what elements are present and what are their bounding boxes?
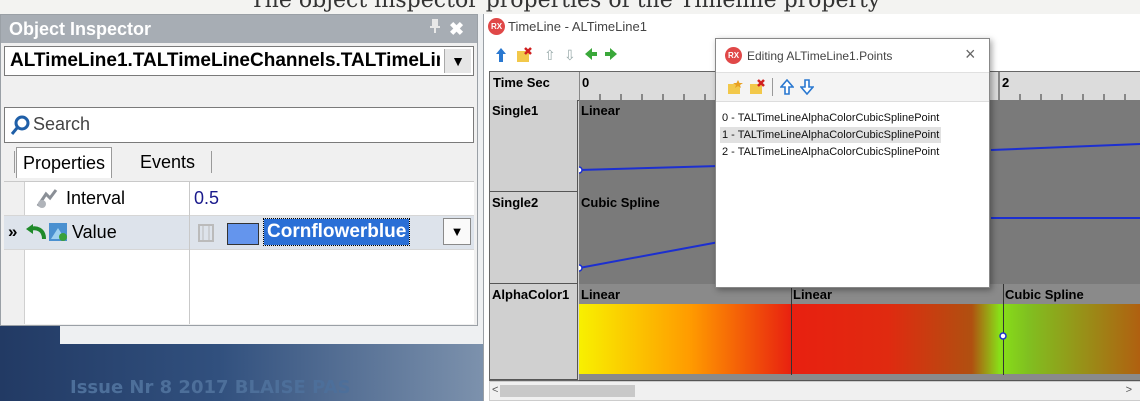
channel-label[interactable]: Single1	[490, 100, 578, 192]
scroll-thumb[interactable]	[500, 385, 635, 397]
object-inspector-title: Object Inspector	[9, 19, 152, 39]
property-name: Value	[72, 222, 117, 242]
move-down-icon[interactable]: ⇩	[564, 47, 576, 63]
close-icon[interactable]: ✖	[449, 15, 464, 43]
scroll-right-icon[interactable]: >	[1126, 384, 1132, 396]
timeline-titlebar: RX TimeLine - ALTimeLine1	[484, 14, 1140, 40]
color-swatch[interactable]	[227, 223, 259, 245]
property-grid: Interval 0.5 » Value Cornflowerblue ▼	[4, 181, 474, 324]
segment-label: Cubic Spline	[1005, 287, 1084, 302]
pin-up-icon[interactable]	[494, 47, 508, 66]
segment-divider	[791, 284, 792, 375]
segment-label: Linear	[581, 287, 621, 302]
component-selector-value: ALTimeLine1.TALTimeLineChannels.TALTimeL…	[10, 50, 440, 71]
component-selector[interactable]: ALTimeLine1.TALTimeLineChannels.TALTimeL…	[4, 46, 474, 76]
move-down-icon[interactable]	[799, 79, 815, 100]
delete-icon[interactable]	[516, 47, 532, 66]
property-icon	[48, 222, 68, 247]
list-item[interactable]: 0 - TALTimeLineAlphaColorCubicSplinePoin…	[720, 110, 941, 126]
film-icon	[198, 224, 214, 247]
search-placeholder: Search	[33, 114, 91, 134]
points-editor-toolbar	[716, 73, 989, 102]
list-item[interactable]: 1 - TALTimeLineAlphaColorCubicSplinePoin…	[720, 127, 942, 143]
object-inspector-titlebar: Object Inspector ✖	[1, 15, 477, 43]
time-ruler-label: Time Sec	[493, 75, 550, 90]
timeline-title: TimeLine - ALTimeLine1	[508, 19, 647, 34]
property-value[interactable]: 0.5	[194, 188, 219, 209]
tab-properties[interactable]: Properties	[16, 147, 113, 178]
tab-divider	[14, 151, 15, 173]
search-input[interactable]: Search	[4, 107, 474, 143]
arrow-right-icon[interactable]	[604, 47, 618, 64]
toolbar-divider	[772, 78, 773, 96]
column-divider	[189, 182, 190, 324]
points-editor-dialog: RX Editing ALTimeLine1.Points × 0 - TALT…	[715, 38, 990, 288]
channel-track[interactable]: Linear Linear Cubic Spline	[579, 284, 1140, 381]
pin-icon[interactable]	[429, 15, 441, 43]
close-icon[interactable]: ×	[965, 44, 976, 65]
property-icon	[34, 188, 58, 215]
object-inspector-panel: Object Inspector ✖ ALTimeLine1.TALTimeLi…	[0, 14, 478, 326]
move-up-icon[interactable]: ⇧	[544, 47, 556, 63]
app-logo-icon: RX	[725, 47, 742, 64]
tab-events[interactable]: Events	[134, 147, 201, 177]
arrow-left-icon[interactable]	[584, 47, 598, 64]
article-heading-text: The object inspector properties of the T…	[250, 0, 1140, 12]
property-value-editor[interactable]: Cornflowerblue	[262, 218, 411, 246]
move-up-icon[interactable]	[779, 78, 795, 100]
add-item-icon[interactable]	[726, 79, 744, 100]
row-marker-icon: »	[8, 222, 18, 241]
channel-label[interactable]: Single2	[490, 192, 578, 284]
keyframe-point[interactable]	[997, 330, 1009, 342]
horizontal-scrollbar[interactable]: < >	[489, 381, 1140, 401]
inspector-tabs: Properties Events	[4, 143, 474, 181]
channel-label[interactable]: AlphaColor1	[490, 284, 578, 380]
points-editor-titlebar: RX Editing ALTimeLine1.Points ×	[716, 39, 989, 73]
list-item[interactable]: 2 - TALTimeLineAlphaColorCubicSplinePoin…	[720, 144, 941, 160]
chevron-down-icon[interactable]: ▼	[443, 218, 471, 245]
property-name: Interval	[66, 188, 126, 208]
chevron-down-icon[interactable]: ▼	[444, 49, 471, 73]
points-editor-title: Editing ALTimeLine1.Points	[747, 49, 893, 63]
points-list: 0 - TALTimeLineAlphaColorCubicSplinePoin…	[718, 105, 987, 283]
property-row-value[interactable]: » Value Cornflowerblue ▼	[4, 216, 474, 250]
segment-label: Linear	[793, 287, 833, 302]
undo-arrow-icon[interactable]	[24, 221, 48, 248]
app-logo-icon: RX	[488, 18, 505, 35]
property-row-interval[interactable]: Interval 0.5	[4, 182, 474, 216]
tab-divider	[211, 151, 212, 173]
scroll-left-icon[interactable]: <	[492, 384, 498, 396]
issue-footer: Issue Nr 8 2017 BLAISE PAS	[70, 377, 351, 398]
color-gradient	[579, 304, 1140, 374]
delete-item-icon[interactable]	[748, 79, 766, 100]
search-icon	[10, 114, 32, 136]
